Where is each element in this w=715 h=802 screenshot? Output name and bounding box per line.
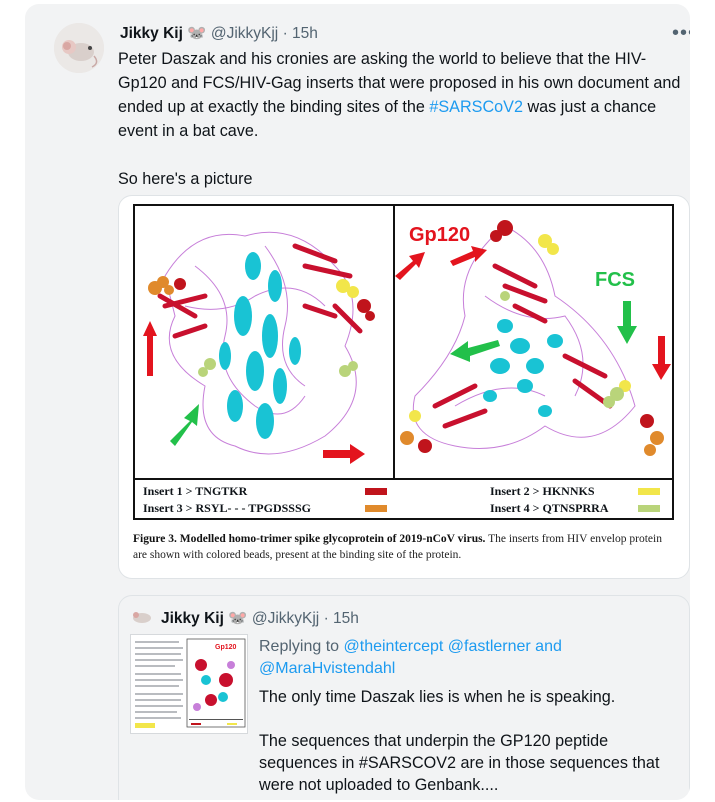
legend-insert-4-swatch <box>638 505 660 512</box>
spike-top-view: Gp120 FCS <box>395 220 671 456</box>
legend-insert-1: Insert 1 > TNGTKR <box>143 484 248 498</box>
tweet-text-line2: So here's a picture <box>118 170 253 188</box>
more-options-button[interactable]: ••• <box>672 22 690 45</box>
quoted-tweet-thumbnail[interactable]: Gp120 <box>130 634 248 734</box>
tweet-card[interactable]: Jikky Kij 🐭 @JikkyKjj · 15h ••• Peter Da… <box>25 4 690 800</box>
legend-insert-4: Insert 4 > QTNSPRRA <box>490 501 609 515</box>
figure-legend: Insert 1 > TNGTKR Insert 3 > RSYL- - - T… <box>135 478 672 518</box>
author-emoji: 🐭 <box>187 25 207 42</box>
more-horizontal-icon: ••• <box>672 22 690 44</box>
quoted-separator-dot: · <box>323 610 329 627</box>
gp120-label: Gp120 <box>409 224 470 246</box>
quoted-tweet-header: Jikky Kij 🐭 @JikkyKjj · 15h <box>161 609 359 628</box>
quoted-author-handle[interactable]: @JikkyKjj <box>252 610 319 627</box>
quoted-tweet-text: The only time Daszak lies is when he is … <box>259 686 684 800</box>
figure-panel: Gp120 FCS Insert 1 > TNGTKR Insert 3 > R… <box>133 204 674 520</box>
tweet-text: Peter Daszak and his cronies are asking … <box>118 47 688 215</box>
spike-side-view <box>143 231 375 464</box>
replying-prefix: Replying to <box>259 638 344 655</box>
legend-insert-1-swatch <box>365 488 387 495</box>
legend-insert-2-swatch <box>638 488 660 495</box>
legend-insert-2: Insert 2 > HKNNKS <box>490 484 595 498</box>
legend-insert-3-swatch <box>365 505 387 512</box>
caption-title: Figure 3. Modelled homo-trimer spike gly… <box>133 533 486 545</box>
legend-insert-3: Insert 3 > RSYL- - - TPGDSSSG <box>143 501 311 515</box>
quoted-text-1: The only time Daszak lies is when he is … <box>259 688 616 706</box>
avatar[interactable] <box>54 23 104 73</box>
fcs-label: FCS <box>595 269 635 291</box>
separator-dot: · <box>282 25 288 42</box>
figure-caption: Figure 3. Modelled homo-trimer spike gly… <box>133 531 678 563</box>
quoted-author-name[interactable]: Jikky Kij <box>161 610 224 627</box>
mouse-avatar-icon <box>54 23 104 73</box>
quoted-tweet-time[interactable]: 15h <box>333 610 359 627</box>
tweet-image[interactable]: Gp120 FCS Insert 1 > TNGTKR Insert 3 > R… <box>118 195 690 579</box>
quoted-text-2: The sequences that underpin the GP120 pe… <box>259 732 660 794</box>
quoted-author-emoji: 🐭 <box>228 610 248 627</box>
svg-text:Gp120: Gp120 <box>215 644 237 651</box>
document-thumbnail-icon: Gp120 <box>135 638 246 728</box>
author-name[interactable]: Jikky Kij <box>120 25 183 42</box>
mouse-avatar-icon <box>133 612 151 623</box>
tweet-header: Jikky Kij 🐭 @JikkyKjj · 15h <box>120 24 318 43</box>
author-handle[interactable]: @JikkyKjj <box>211 25 278 42</box>
tweet-time[interactable]: 15h <box>292 25 318 42</box>
quoted-tweet[interactable]: Jikky Kij 🐭 @JikkyKjj · 15h Gp120 Replyi… <box>118 595 690 800</box>
hashtag-link[interactable]: #SARSCoV2 <box>429 98 523 116</box>
replying-to: Replying to @theintercept @fastlerner an… <box>259 636 684 680</box>
